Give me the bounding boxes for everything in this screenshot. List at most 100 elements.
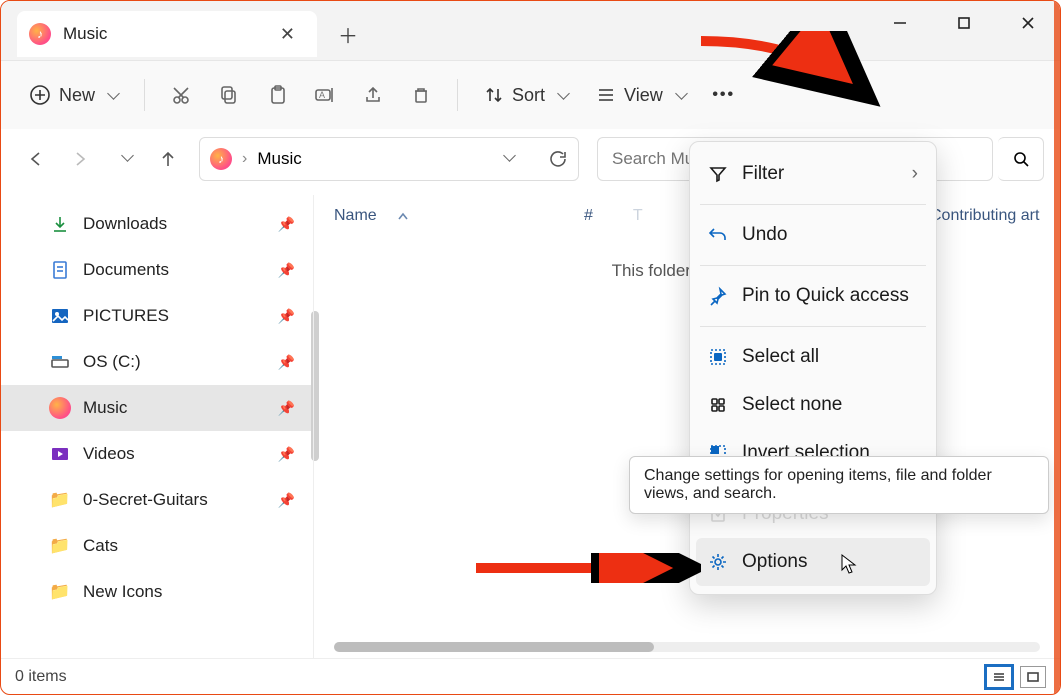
cut-button[interactable]: [159, 73, 203, 117]
sort-asc-icon: [397, 211, 409, 221]
share-icon: [363, 85, 383, 105]
sort-label: Sort: [512, 85, 545, 106]
menu-select-all[interactable]: Select all: [690, 333, 936, 381]
tab-title: Music: [63, 24, 260, 44]
sidebar-item-pictures[interactable]: PICTURES 📌: [1, 293, 313, 339]
column-track[interactable]: #: [584, 207, 593, 225]
close-tab-button[interactable]: ✕: [272, 20, 303, 49]
sidebar-item-label: Music: [83, 398, 127, 418]
minimize-button[interactable]: [868, 1, 932, 45]
back-button[interactable]: [17, 140, 55, 178]
content-pane: Name # T Contributing artists This folde…: [313, 195, 1060, 658]
delete-button[interactable]: [399, 73, 443, 117]
breadcrumb-current: Music: [257, 149, 301, 169]
menu-label: Select all: [742, 346, 819, 368]
new-button[interactable]: New: [17, 78, 130, 112]
rename-button[interactable]: A: [303, 73, 347, 117]
menu-options[interactable]: Options: [696, 538, 930, 586]
new-tab-button[interactable]: ＋: [325, 11, 371, 57]
empty-folder-text: This folder is empty.: [314, 237, 1060, 281]
sidebar-item-music[interactable]: Music 📌: [1, 385, 313, 431]
paste-button[interactable]: [255, 73, 299, 117]
music-icon: [210, 148, 232, 170]
music-icon: [49, 397, 71, 419]
pin-icon: 📌: [278, 446, 295, 463]
chevron-right-icon: ›: [912, 163, 918, 185]
chevron-down-icon: [103, 85, 118, 106]
column-contrib[interactable]: Contributing artists: [930, 207, 1040, 225]
separator: [457, 79, 458, 111]
filter-icon: [708, 164, 728, 184]
more-button[interactable]: •••: [702, 73, 746, 117]
plus-circle-icon: [29, 84, 51, 106]
menu-filter[interactable]: Filter ›: [690, 150, 936, 198]
videos-icon: [49, 443, 71, 465]
sidebar-item-label: New Icons: [83, 582, 162, 602]
view-label: View: [624, 85, 663, 106]
sort-button[interactable]: Sort: [472, 79, 580, 112]
address-bar[interactable]: › Music: [199, 137, 579, 181]
tab-music[interactable]: Music ✕: [17, 11, 317, 57]
column-name-label: Name: [334, 207, 377, 225]
music-icon: [29, 23, 51, 45]
status-bar: 0 items: [1, 658, 1060, 694]
sidebar-item-drive-c[interactable]: OS (C:) 📌: [1, 339, 313, 385]
separator: [700, 265, 926, 266]
pin-icon: 📌: [278, 400, 295, 417]
separator: [144, 79, 145, 111]
tooltip-text: Change settings for opening items, file …: [644, 467, 992, 502]
sidebar-item-videos[interactable]: Videos 📌: [1, 431, 313, 477]
arrow-up-icon: [158, 149, 178, 169]
column-title[interactable]: T: [633, 207, 643, 225]
share-button[interactable]: [351, 73, 395, 117]
window-controls: [868, 1, 1060, 45]
column-name[interactable]: Name: [334, 207, 544, 225]
sidebar-item-folder[interactable]: 📁 0-Secret-Guitars 📌: [1, 477, 313, 523]
document-icon: [49, 259, 71, 281]
sidebar-item-folder[interactable]: 📁 Cats: [1, 523, 313, 569]
copy-button[interactable]: [207, 73, 251, 117]
refresh-icon[interactable]: [548, 149, 568, 169]
scroll-thumb[interactable]: [334, 642, 654, 652]
close-window-button[interactable]: [996, 1, 1060, 45]
maximize-button[interactable]: [932, 1, 996, 45]
cursor-icon: [839, 553, 861, 575]
breadcrumb-separator: ›: [242, 150, 247, 168]
status-text: 0 items: [15, 668, 67, 686]
pin-icon: 📌: [278, 492, 295, 509]
sidebar-item-label: Documents: [83, 260, 169, 280]
options-tooltip: Change settings for opening items, file …: [629, 456, 1049, 514]
menu-label: Options: [742, 551, 807, 573]
sidebar-item-documents[interactable]: Documents 📌: [1, 247, 313, 293]
download-icon: [49, 213, 71, 235]
chevron-down-icon: [553, 85, 568, 106]
chevron-down-icon[interactable]: [499, 150, 514, 168]
menu-select-none[interactable]: Select none: [690, 381, 936, 429]
view-button[interactable]: View: [584, 79, 698, 112]
menu-pin-quick-access[interactable]: Pin to Quick access: [690, 272, 936, 320]
pictures-icon: [49, 305, 71, 327]
sidebar-item-downloads[interactable]: Downloads 📌: [1, 201, 313, 247]
thumbnails-view-button[interactable]: [1020, 666, 1046, 688]
rename-icon: A: [314, 85, 336, 105]
copy-icon: [219, 85, 239, 105]
folder-icon: 📁: [49, 489, 71, 511]
folder-icon: 📁: [49, 535, 71, 557]
menu-undo[interactable]: Undo: [690, 211, 936, 259]
horizontal-scrollbar[interactable]: [334, 642, 1040, 652]
sort-icon: [484, 85, 504, 105]
clipboard-icon: [267, 85, 287, 105]
toolbar: New A Sort View •••: [1, 61, 1060, 129]
forward-button[interactable]: [61, 140, 99, 178]
annotation-border: [1054, 1, 1060, 694]
recent-button[interactable]: [105, 140, 143, 178]
search-button[interactable]: [998, 137, 1044, 181]
chevron-down-icon: [117, 150, 132, 168]
sidebar-item-label: Downloads: [83, 214, 167, 234]
up-button[interactable]: [149, 140, 187, 178]
trash-icon: [411, 85, 431, 105]
menu-label: Pin to Quick access: [742, 285, 909, 307]
chevron-down-icon: [671, 85, 686, 106]
sidebar-item-folder[interactable]: 📁 New Icons: [1, 569, 313, 615]
details-view-button[interactable]: [986, 666, 1012, 688]
